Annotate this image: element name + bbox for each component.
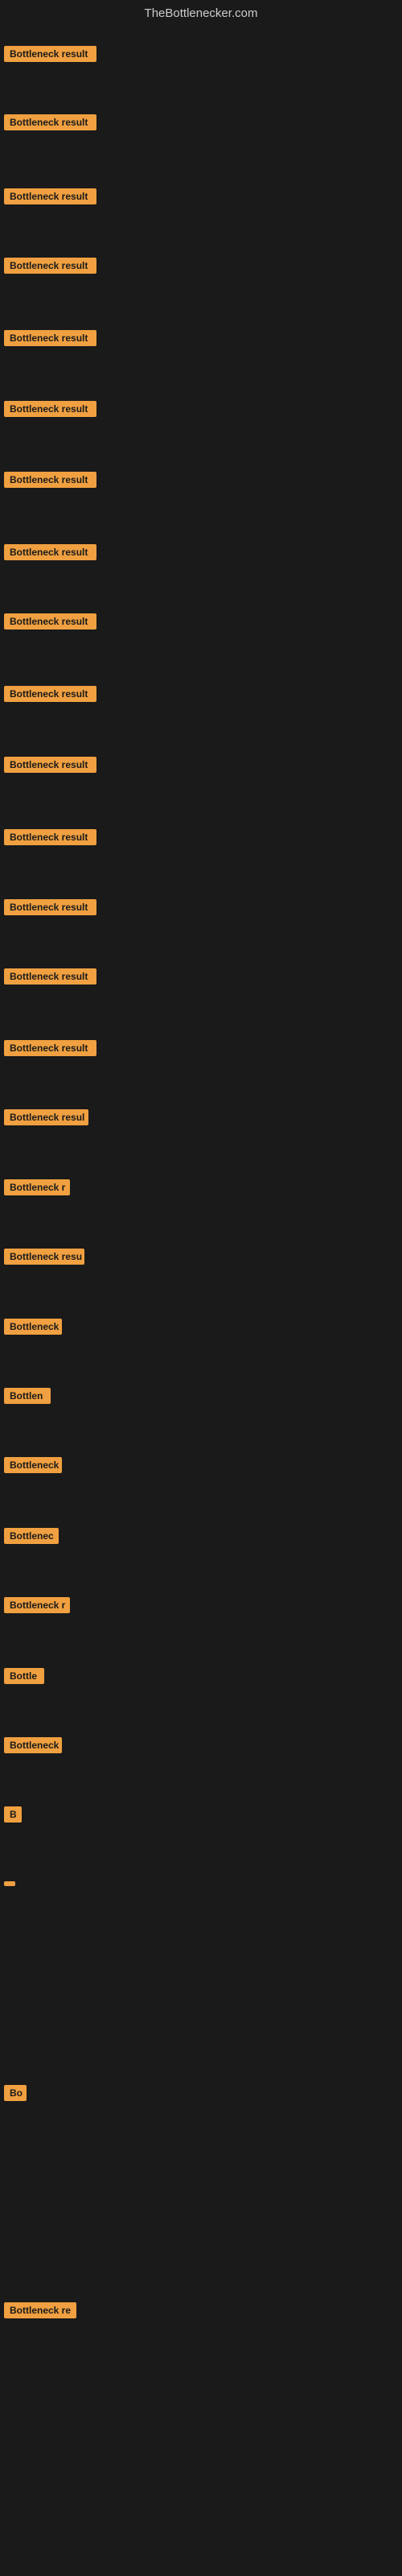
bottleneck-badge-26: B	[4, 1806, 22, 1823]
bottleneck-item-22[interactable]: Bottlenec	[4, 1528, 59, 1548]
bottleneck-badge-10: Bottleneck result	[4, 686, 96, 702]
bottleneck-item-3[interactable]: Bottleneck result	[4, 188, 96, 208]
bottleneck-item-7[interactable]: Bottleneck result	[4, 472, 96, 492]
bottleneck-item-2[interactable]: Bottleneck result	[4, 114, 96, 134]
bottleneck-badge-13: Bottleneck result	[4, 899, 96, 915]
bottleneck-item-8[interactable]: Bottleneck result	[4, 544, 96, 564]
bottleneck-badge-11: Bottleneck result	[4, 757, 96, 773]
site-header: TheBottlenecker.com	[0, 0, 402, 23]
bottleneck-badge-6: Bottleneck result	[4, 401, 96, 417]
bottleneck-item-29[interactable]: Bottleneck re	[4, 2302, 76, 2322]
bottleneck-badge-4: Bottleneck result	[4, 258, 96, 274]
bottleneck-item-21[interactable]: Bottleneck	[4, 1457, 62, 1477]
bottleneck-badge-5: Bottleneck result	[4, 330, 96, 346]
bottleneck-item-20[interactable]: Bottlen	[4, 1388, 51, 1408]
bottleneck-badge-28: Bo	[4, 2085, 27, 2101]
bottleneck-badge-7: Bottleneck result	[4, 472, 96, 488]
bottleneck-badge-1: Bottleneck result	[4, 46, 96, 62]
bottleneck-item-5[interactable]: Bottleneck result	[4, 330, 96, 350]
bottleneck-item-9[interactable]: Bottleneck result	[4, 613, 96, 634]
site-title: TheBottlenecker.com	[145, 6, 258, 20]
bottleneck-item-12[interactable]: Bottleneck result	[4, 829, 96, 849]
bottleneck-badge-19: Bottleneck	[4, 1319, 62, 1335]
bottleneck-badge-18: Bottleneck resu	[4, 1249, 84, 1265]
bottleneck-badge-3: Bottleneck result	[4, 188, 96, 204]
bottleneck-item-1[interactable]: Bottleneck result	[4, 46, 96, 66]
bottleneck-badge-20: Bottlen	[4, 1388, 51, 1404]
bottleneck-item-17[interactable]: Bottleneck r	[4, 1179, 70, 1199]
bottleneck-badge-14: Bottleneck result	[4, 968, 96, 985]
bottleneck-badge-27	[4, 1881, 15, 1886]
bottleneck-item-26[interactable]: B	[4, 1806, 22, 1827]
bottleneck-item-18[interactable]: Bottleneck resu	[4, 1249, 84, 1269]
bottleneck-item-6[interactable]: Bottleneck result	[4, 401, 96, 421]
bottleneck-badge-21: Bottleneck	[4, 1457, 62, 1473]
bottleneck-badge-2: Bottleneck result	[4, 114, 96, 130]
bottleneck-item-4[interactable]: Bottleneck result	[4, 258, 96, 278]
bottleneck-badge-15: Bottleneck result	[4, 1040, 96, 1056]
bottleneck-badge-23: Bottleneck r	[4, 1597, 70, 1613]
bottleneck-badge-24: Bottle	[4, 1668, 44, 1684]
bottleneck-badge-8: Bottleneck result	[4, 544, 96, 560]
bottleneck-item-14[interactable]: Bottleneck result	[4, 968, 96, 989]
bottleneck-item-16[interactable]: Bottleneck resul	[4, 1109, 88, 1129]
bottleneck-item-28[interactable]: Bo	[4, 2085, 27, 2105]
bottleneck-badge-25: Bottleneck	[4, 1737, 62, 1753]
bottleneck-badge-9: Bottleneck result	[4, 613, 96, 630]
bottleneck-item-15[interactable]: Bottleneck result	[4, 1040, 96, 1060]
bottleneck-item-23[interactable]: Bottleneck r	[4, 1597, 70, 1617]
bottleneck-badge-12: Bottleneck result	[4, 829, 96, 845]
bottleneck-badge-29: Bottleneck re	[4, 2302, 76, 2318]
bottleneck-item-27[interactable]	[4, 1876, 15, 1890]
bottleneck-item-25[interactable]: Bottleneck	[4, 1737, 62, 1757]
bottleneck-item-10[interactable]: Bottleneck result	[4, 686, 96, 706]
bottleneck-badge-17: Bottleneck r	[4, 1179, 70, 1195]
bottleneck-item-11[interactable]: Bottleneck result	[4, 757, 96, 777]
bottleneck-item-24[interactable]: Bottle	[4, 1668, 44, 1688]
bottleneck-item-13[interactable]: Bottleneck result	[4, 899, 96, 919]
bottleneck-badge-16: Bottleneck resul	[4, 1109, 88, 1125]
bottleneck-item-19[interactable]: Bottleneck	[4, 1319, 62, 1339]
bottleneck-badge-22: Bottlenec	[4, 1528, 59, 1544]
